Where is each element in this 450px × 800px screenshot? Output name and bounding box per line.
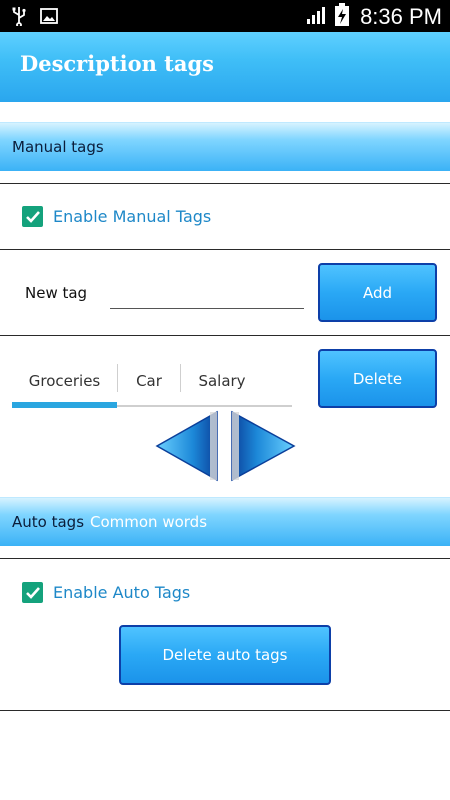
divider (0, 558, 450, 559)
delete-button[interactable]: Delete (318, 349, 437, 408)
enable-manual-tags-label: Enable Manual Tags (53, 207, 212, 226)
enable-auto-tags-row[interactable]: Enable Auto Tags (22, 582, 190, 603)
new-tag-input[interactable] (110, 278, 304, 309)
divider (0, 249, 450, 250)
divider (0, 335, 450, 336)
usb-icon (12, 6, 26, 30)
auto-tags-header: Auto tags Common words (0, 497, 450, 546)
tab-salary[interactable]: Salary (181, 362, 263, 400)
manual-tags-header: Manual tags (0, 122, 450, 171)
tab-selected-indicator (12, 402, 117, 408)
status-bar: 8:36 PM (0, 0, 450, 32)
divider (0, 710, 450, 711)
tab-groceries[interactable]: Groceries (12, 362, 117, 400)
arrow-right-icon[interactable] (230, 410, 296, 486)
checkmark-icon (25, 586, 40, 599)
tab-car[interactable]: Car (118, 362, 180, 400)
image-icon (40, 8, 58, 28)
manual-tags-header-label: Manual tags (12, 138, 104, 156)
tag-tabs: Groceries Car Salary (12, 362, 292, 408)
enable-manual-tags-row[interactable]: Enable Manual Tags (22, 206, 211, 227)
enable-auto-tags-label: Enable Auto Tags (53, 583, 191, 602)
page-title: Description tags (20, 51, 214, 76)
clock: 8:36 PM (360, 4, 442, 29)
divider (0, 183, 450, 184)
arrow-left-icon[interactable] (155, 410, 219, 486)
signal-icon (306, 5, 328, 29)
enable-manual-tags-checkbox[interactable] (22, 206, 43, 227)
battery-charging-icon (334, 3, 350, 31)
checkmark-icon (25, 210, 40, 223)
enable-auto-tags-checkbox[interactable] (22, 582, 43, 603)
new-tag-label: New tag (25, 284, 88, 302)
action-bar: Description tags (0, 32, 450, 102)
common-words-label[interactable]: Common words (90, 513, 207, 531)
delete-auto-tags-button[interactable]: Delete auto tags (119, 625, 331, 685)
auto-tags-header-label: Auto tags (12, 513, 85, 531)
add-button[interactable]: Add (318, 263, 437, 322)
